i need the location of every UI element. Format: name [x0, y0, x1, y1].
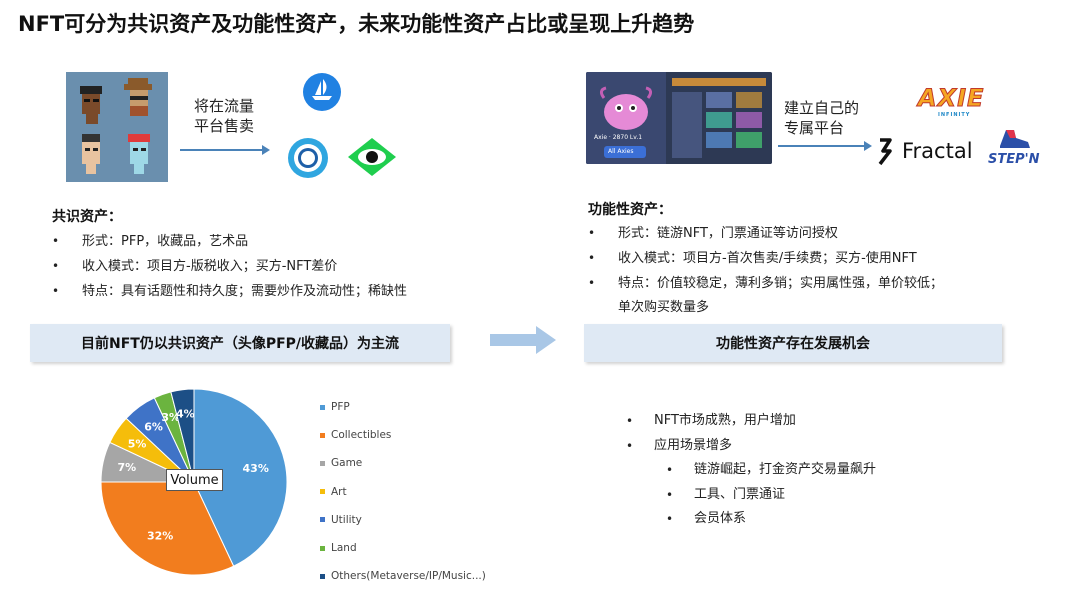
left-flow-label-2: 平台售卖: [194, 117, 255, 135]
stepn-wordmark: STEP'N: [988, 152, 1040, 167]
left-flow-arrow-head: [262, 145, 270, 155]
legend-label: Game: [331, 457, 363, 470]
left-flow-arrow: [180, 149, 264, 151]
list-item: 链游崛起，打金资产交易量飙升: [626, 458, 876, 483]
legend-label: PFP: [331, 401, 350, 414]
list-item: 形式：链游NFT，门票通证等访问授权: [588, 221, 943, 246]
right-banner: 功能性资产存在发展机会: [584, 324, 1002, 362]
game-character-label: Axie · 2870 Lv.1: [594, 134, 643, 141]
eye-platform-logo-icon: [346, 136, 398, 178]
list-item: 收入模式：项目方-版税收入；买方-NFT差价: [52, 254, 407, 279]
pie-slice-label: 5%: [128, 437, 147, 450]
list-item: 特点：具有话题性和持久度；需要炒作及流动性；稀缺性: [52, 279, 407, 304]
cryptopunks-image: [66, 72, 168, 182]
right-bullet-list: 形式：链游NFT，门票通证等访问授权 收入模式：项目方-首次售卖/手续费；买方-…: [588, 221, 943, 296]
legend-item: Collectibles: [320, 421, 486, 449]
outlook-list: NFT市场成熟，用户增加 应用场景增多 链游崛起，打金资产交易量飙升 工具、门票…: [626, 409, 876, 532]
center-arrow-icon: [490, 326, 556, 354]
left-bullet-list: 形式：PFP，收藏品，艺术品 收入模式：项目方-版税收入；买方-NFT差价 特点…: [52, 229, 407, 304]
left-section-heading: 共识资产：: [52, 209, 122, 225]
list-item: 收入模式：项目方-首次售卖/手续费；买方-使用NFT: [588, 246, 943, 271]
list-item: 会员体系: [626, 507, 876, 532]
legend-swatch: [320, 460, 325, 466]
legend-item: Land: [320, 534, 486, 562]
stepn-shoe-icon: [994, 124, 1034, 154]
left-flow-label-1: 将在流量: [194, 97, 255, 115]
list-item: 形式：PFP，收藏品，艺术品: [52, 229, 407, 254]
ring-platform-logo-icon: [286, 136, 330, 180]
game-all-axies-button: All Axies: [608, 148, 634, 155]
list-item: 工具、门票通证: [626, 483, 876, 508]
axie-logo-sub: INFINITY: [938, 112, 971, 118]
legend-label: Utility: [331, 513, 362, 526]
game-screenshot: Axie · 2870 Lv.1 All Axies: [586, 72, 772, 164]
right-flow-label-1: 建立自己的: [784, 99, 860, 117]
legend-swatch: [320, 545, 325, 551]
right-flow-label-2: 专属平台: [784, 119, 845, 137]
legend-label: Art: [331, 485, 347, 498]
list-item: 应用场景增多: [626, 434, 876, 459]
page-title: NFT可分为共识资产及功能性资产，未来功能性资产占比或呈现上升趋势: [18, 12, 695, 36]
right-section-heading: 功能性资产：: [588, 202, 672, 218]
opensea-logo-icon: [302, 72, 342, 112]
legend-swatch: [320, 404, 325, 410]
legend-item: Art: [320, 478, 486, 506]
pie-slice-label: 4%: [176, 408, 195, 421]
legend-label: Others(Metaverse/IP/Music...): [331, 570, 486, 583]
left-banner: 目前NFT仍以共识资产（头像PFP/收藏品）为主流: [30, 324, 450, 362]
legend-swatch: [320, 573, 325, 579]
list-item: 特点：价值较稳定，薄利多销；实用属性强，单价较低；: [588, 271, 943, 296]
legend-label: Land: [331, 542, 357, 555]
pie-slice-label: 7%: [117, 461, 136, 474]
legend-swatch: [320, 432, 325, 438]
pie-slice-label: 32%: [147, 529, 173, 542]
pie-slice-label: 6%: [144, 420, 163, 433]
right-bullet-continuation: 单次购买数量多: [618, 300, 710, 315]
pie-slice-label: 43%: [243, 462, 269, 475]
axie-logo: AXIE: [917, 84, 985, 112]
chart-legend: PFP Collectibles Game Art Utility Land Others(…: [320, 393, 486, 590]
pie-center-label: Volume: [166, 469, 223, 491]
legend-label: Collectibles: [331, 429, 392, 442]
legend-swatch: [320, 489, 325, 495]
list-item: NFT市场成熟，用户增加: [626, 409, 876, 434]
right-flow-arrow-head: [864, 141, 872, 151]
fractal-logo-icon: [878, 138, 892, 166]
legend-item: Utility: [320, 506, 486, 534]
right-flow-arrow: [778, 145, 866, 147]
legend-item: PFP: [320, 393, 486, 421]
legend-item: Game: [320, 449, 486, 477]
fractal-wordmark: Fractal: [902, 139, 973, 163]
legend-item: Others(Metaverse/IP/Music...): [320, 562, 486, 590]
legend-swatch: [320, 517, 325, 523]
